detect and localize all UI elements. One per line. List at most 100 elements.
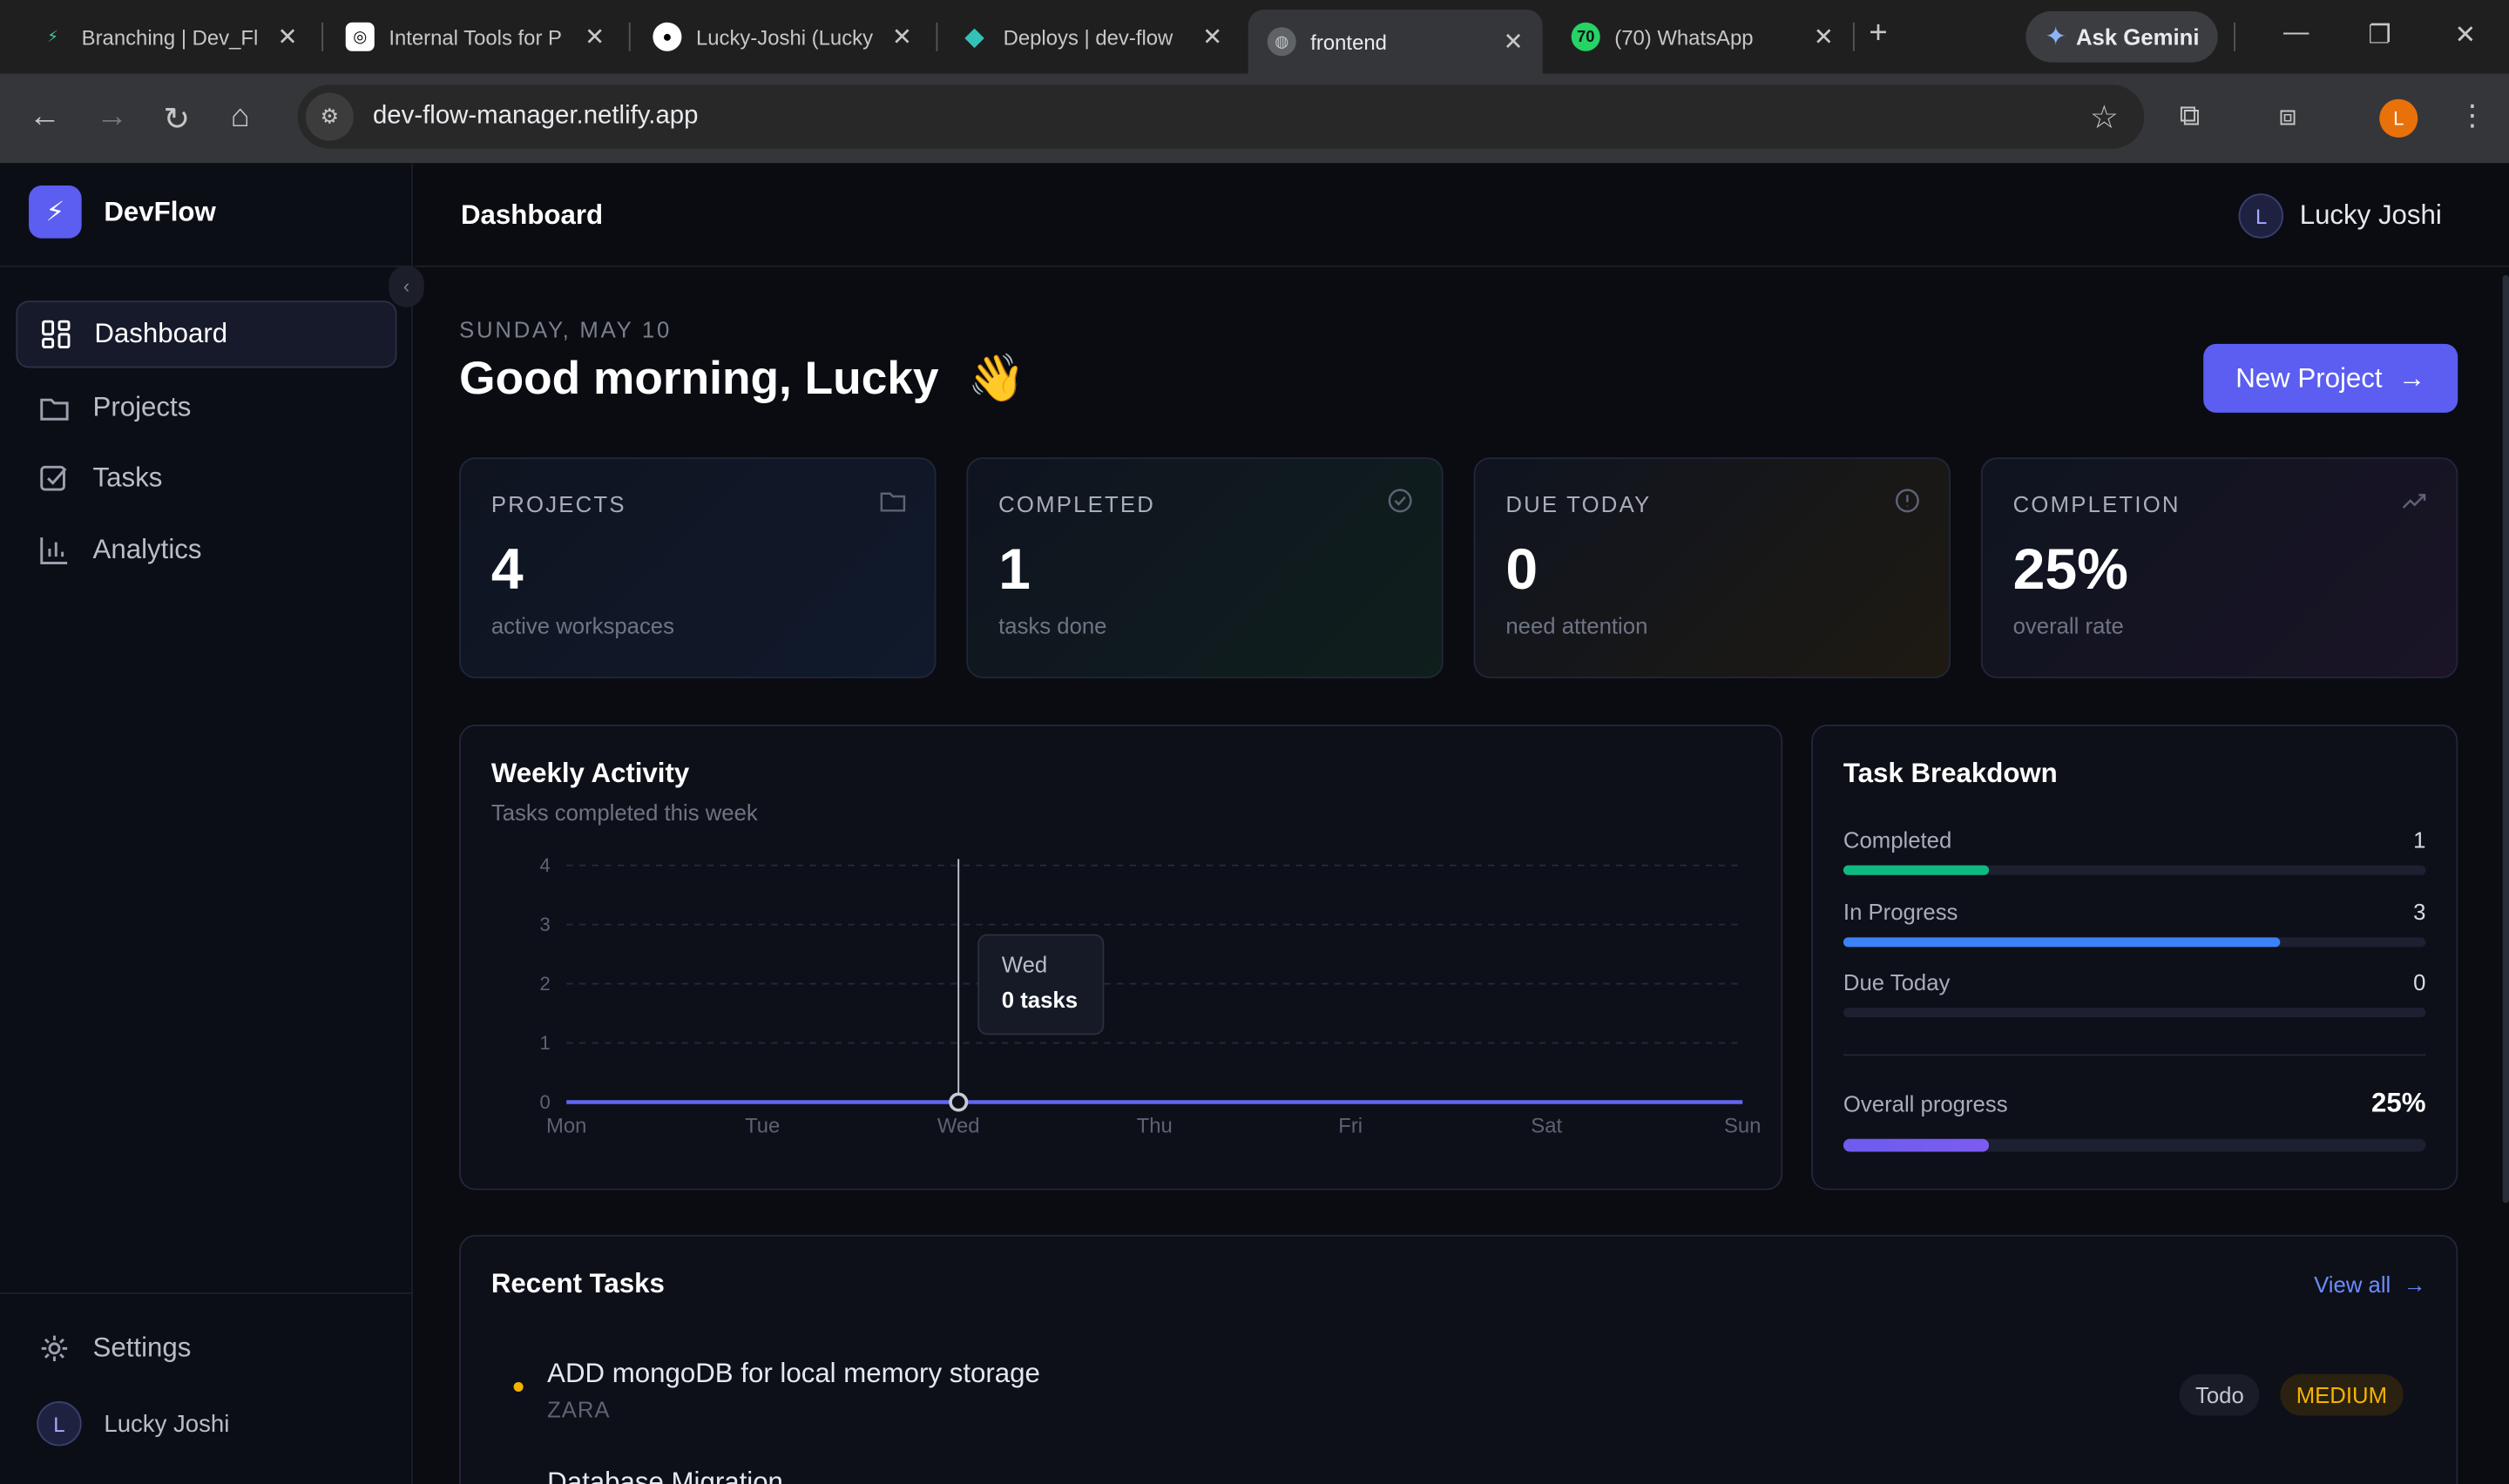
y-tick-label: 3 <box>540 914 551 935</box>
sidebar-user[interactable]: L Lucky Joshi <box>37 1400 229 1447</box>
sidebar-item-settings[interactable]: Settings <box>16 1315 396 1382</box>
sidebar-item-tasks[interactable]: Tasks <box>16 445 396 512</box>
progress-track <box>1843 865 2426 875</box>
url-text[interactable]: dev-flow-manager.netlify.app <box>373 103 699 132</box>
brand[interactable]: ⚡ DevFlow <box>29 186 216 239</box>
gemini-sparkle-icon: ✦ <box>2045 24 2066 51</box>
status-badge: Todo <box>2179 1373 2261 1416</box>
alert-circle-icon <box>1895 488 1920 520</box>
close-tab-icon[interactable]: ✕ <box>1202 23 1222 51</box>
breakdown-row-due-today: Due Today 0 <box>1843 969 2426 1018</box>
new-project-button[interactable]: New Project → <box>2203 343 2458 413</box>
x-tick-label: Wed <box>937 1114 980 1137</box>
browser-tab-bar: ⚡ Branching | Dev_Fl ✕ ◎ Internal Tools … <box>0 0 2509 74</box>
tab-search-icon[interactable]: ⧈ <box>2279 99 2297 133</box>
forward-icon[interactable]: → <box>96 99 128 136</box>
x-tick-label: Thu <box>1137 1114 1173 1137</box>
minimize-icon[interactable]: — <box>2283 19 2309 48</box>
close-tab-icon[interactable]: ✕ <box>278 23 298 51</box>
weekly-activity-chart[interactable]: 0 1 2 3 4 Mon Tue Wed Thu Fri Sat Sun <box>461 726 1784 1191</box>
progress-track <box>1843 1138 2426 1152</box>
y-tick-label: 0 <box>540 1091 551 1113</box>
close-tab-icon[interactable]: ✕ <box>1503 27 1523 56</box>
breakdown-row-completed: Completed 1 <box>1843 827 2426 875</box>
site-info-icon[interactable]: ⚙ <box>305 92 354 141</box>
browser-tab[interactable]: ● Lucky-Joshi (Lucky ✕ <box>614 10 931 64</box>
priority-dot <box>513 1381 524 1392</box>
arrow-right-icon: → <box>2397 362 2426 393</box>
check-circle-icon <box>1387 488 1412 520</box>
x-tick-label: Sat <box>1531 1114 1562 1137</box>
table-row[interactable]: Database Migration <box>491 1467 2396 1484</box>
top-bar: Dashboard L Lucky Joshi <box>414 163 2509 267</box>
app-root: ⚡ DevFlow ‹ Dashboard Projects Tasks Ana… <box>0 163 2509 1484</box>
y-tick-label: 1 <box>540 1032 551 1054</box>
data-point <box>949 1092 969 1112</box>
reload-icon[interactable]: ↻ <box>163 99 190 139</box>
browser-tab[interactable]: ◎ Internal Tools for P ✕ <box>308 10 625 64</box>
date-label: SUNDAY, MAY 10 <box>459 316 673 343</box>
github-icon: ● <box>653 22 682 51</box>
avatar: L <box>37 1400 82 1447</box>
stat-card-due-today: DUE TODAY 0 need attention <box>1473 457 1951 678</box>
chart-tooltip: Wed 0 tasks <box>977 934 1105 1035</box>
x-tick-label: Fri <box>1338 1114 1363 1137</box>
browser-toolbar: ← → ↻ ⌂ ⚙ dev-flow-manager.netlify.app ☆… <box>0 73 2509 164</box>
close-tab-icon[interactable]: ✕ <box>1814 23 1834 51</box>
browser-tab[interactable]: ◆ Deploys | dev-flow ✕ <box>922 10 1241 64</box>
view-all-link[interactable]: View all → <box>2314 1272 2425 1297</box>
breakdown-row-in-progress: In Progress 3 <box>1843 899 2426 948</box>
overall-progress-row: Overall progress 25% <box>1843 1088 2426 1152</box>
address-bar[interactable]: ⚙ dev-flow-manager.netlify.app ☆ <box>297 84 2145 149</box>
priority-badge: MEDIUM <box>2280 1373 2404 1416</box>
main-content: Dashboard L Lucky Joshi SUNDAY, MAY 10 G… <box>414 163 2509 1484</box>
stat-card-projects: PROJECTS 4 active workspaces <box>459 457 937 678</box>
netlify-icon: ◆ <box>964 24 984 51</box>
arrow-right-icon: → <box>2403 1272 2426 1298</box>
openai-icon: ◎ <box>345 22 375 51</box>
greeting: Good morning, Lucky 👋 <box>459 353 1026 405</box>
x-tick-label: Sun <box>1724 1114 1761 1137</box>
bookmark-star-icon[interactable]: ☆ <box>2090 97 2119 137</box>
progress-fill <box>1843 865 1990 875</box>
scrollbar-thumb[interactable] <box>2502 274 2509 1204</box>
y-tick-label: 2 <box>540 973 551 995</box>
browser-tab[interactable]: ⚡ Branching | Dev_Fl ✕ <box>0 10 317 64</box>
home-icon[interactable]: ⌂ <box>230 99 249 136</box>
sidebar-item-dashboard[interactable]: Dashboard <box>16 300 397 368</box>
x-tick-label: Mon <box>546 1114 586 1137</box>
stat-card-completion: COMPLETION 25% overall rate <box>1980 457 2458 678</box>
trending-up-icon <box>2402 488 2427 520</box>
header-user[interactable]: L Lucky Joshi <box>2238 193 2442 239</box>
whatsapp-icon: 70 <box>1571 22 1600 51</box>
progress-track <box>1843 1008 2426 1018</box>
ask-gemini-button[interactable]: ✦ Ask Gemini <box>2025 10 2218 63</box>
recent-tasks-card: Recent Tasks View all → ADD mongoDB for … <box>459 1234 2458 1484</box>
extensions-icon[interactable]: ⧉ <box>2180 99 2201 133</box>
window-close-icon[interactable]: ✕ <box>2455 19 2477 51</box>
task-breakdown-card: Task Breakdown Completed 1 In Progress 3… <box>1811 725 2458 1191</box>
folder-icon <box>880 488 906 520</box>
sidebar-item-analytics[interactable]: Analytics <box>16 516 396 583</box>
sidebar-item-projects[interactable]: Projects <box>16 374 396 442</box>
gear-icon <box>38 1332 71 1365</box>
new-tab-icon[interactable]: + <box>1869 16 1887 52</box>
sidebar: ⚡ DevFlow ‹ Dashboard Projects Tasks Ana… <box>0 163 424 1484</box>
close-tab-icon[interactable]: ✕ <box>892 23 912 51</box>
more-menu-icon[interactable]: ⋮ <box>2458 99 2486 133</box>
profile-avatar[interactable]: L <box>2379 98 2418 138</box>
table-row[interactable]: ADD mongoDB for local memory storage ZAR… <box>491 1358 2404 1431</box>
progress-fill <box>1843 937 2281 948</box>
dashboard-icon <box>40 319 72 351</box>
x-tick-label: Tue <box>745 1114 780 1137</box>
browser-tab[interactable]: 70 (70) WhatsApp ✕ <box>1533 10 1853 64</box>
restore-icon[interactable]: ❐ <box>2368 19 2391 51</box>
stat-card-completed: COMPLETED 1 tasks done <box>966 457 1444 678</box>
browser-tab-active[interactable]: ◍ frontend ✕ <box>1248 10 1543 74</box>
y-tick-label: 4 <box>540 854 551 876</box>
progress-fill <box>1843 1138 1990 1152</box>
close-tab-icon[interactable]: ✕ <box>585 23 605 51</box>
back-icon[interactable]: ← <box>29 99 61 136</box>
progress-track <box>1843 937 2426 948</box>
folder-icon <box>38 392 71 424</box>
